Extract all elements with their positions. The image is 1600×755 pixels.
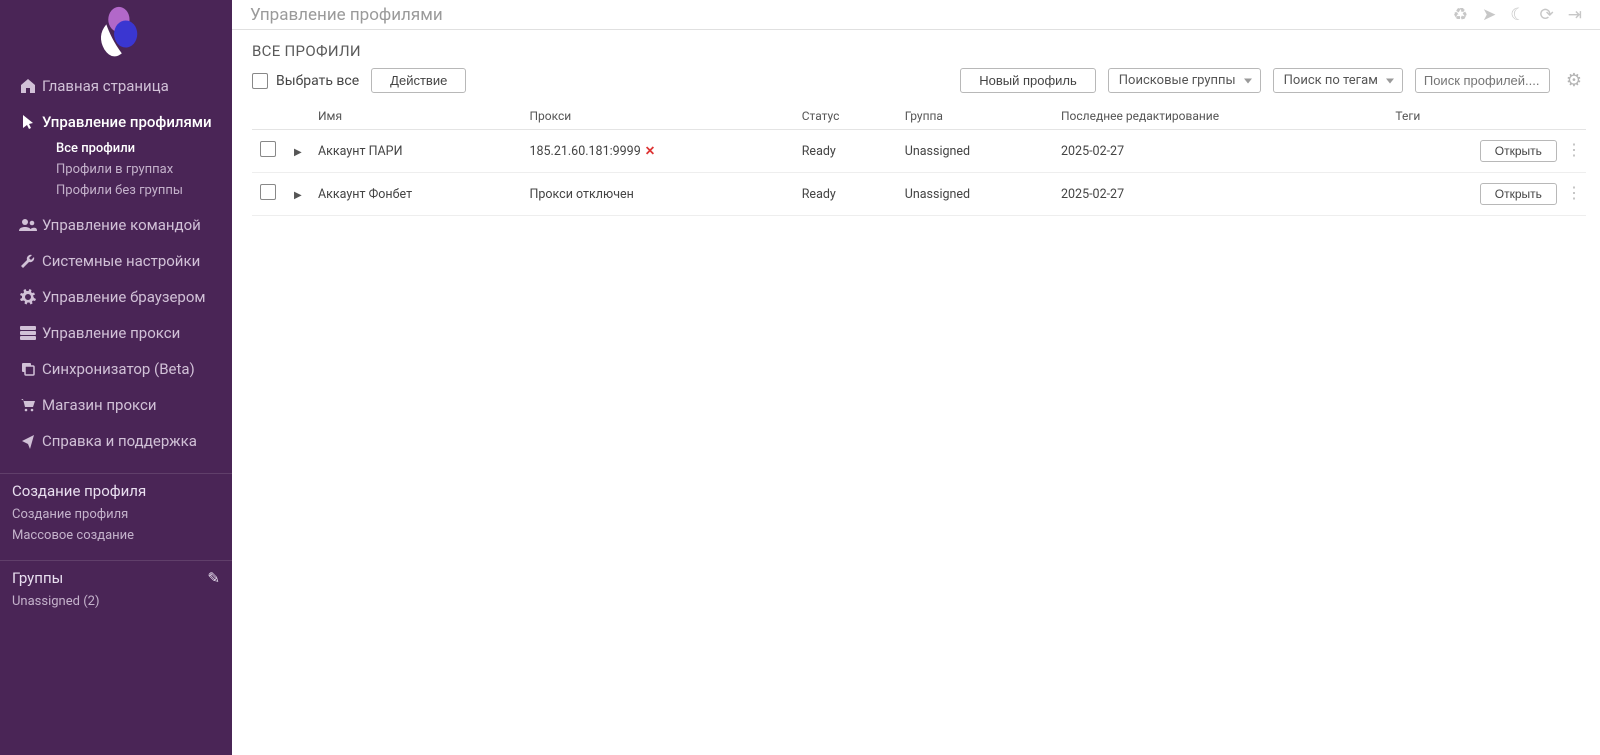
- nav-item-cursor[interactable]: Управление профилями: [0, 104, 232, 140]
- nav-label: Магазин прокси: [42, 396, 220, 414]
- page-title: Управление профилями: [250, 5, 1453, 25]
- section-title: Группы: [12, 569, 63, 587]
- wrench-icon: [14, 253, 42, 269]
- proxy-icon: [14, 326, 42, 340]
- cell-proxy: 185.21.60.181:9999✕: [521, 130, 793, 173]
- sidebar-section-link[interactable]: Создание профиля: [0, 504, 232, 525]
- cart-icon: [14, 398, 42, 412]
- refresh-icon[interactable]: ⟳: [1540, 5, 1554, 25]
- nav-subitem[interactable]: Профили без группы: [56, 180, 232, 201]
- nav-label: Управление командой: [42, 216, 220, 234]
- th-name[interactable]: Имя: [310, 103, 521, 130]
- sync-icon: [14, 361, 42, 377]
- select-all-label: Выбрать все: [276, 73, 359, 89]
- tags-dropdown[interactable]: Поиск по тегам: [1273, 68, 1403, 93]
- row-checkbox[interactable]: [260, 184, 276, 200]
- th-tags[interactable]: Теги: [1387, 103, 1466, 130]
- table-settings-icon[interactable]: ⚙: [1562, 70, 1586, 91]
- sidebar-section-header: Создание профиля: [0, 473, 232, 504]
- gear-icon: [14, 289, 42, 305]
- cell-tags: [1387, 173, 1466, 216]
- edit-icon[interactable]: ✎: [207, 569, 220, 587]
- nav-item-sync[interactable]: Синхронизатор (Beta): [0, 351, 232, 387]
- nav-label: Управление прокси: [42, 324, 220, 342]
- profiles-table: Имя Прокси Статус Группа Последнее редак…: [252, 103, 1586, 216]
- nav-subitem[interactable]: Все профили: [56, 138, 232, 159]
- row-menu-icon[interactable]: ⋮: [1560, 140, 1578, 159]
- theme-icon[interactable]: ☾: [1510, 5, 1525, 25]
- nav-label: Справка и поддержка: [42, 432, 220, 450]
- cursor-icon: [14, 114, 42, 130]
- search-input[interactable]: [1415, 68, 1550, 93]
- nav-item-gear[interactable]: Управление браузером: [0, 279, 232, 315]
- groups-dropdown[interactable]: Поисковые группы: [1108, 68, 1261, 93]
- content: ВСЕ ПРОФИЛИ Выбрать все Действие Новый п…: [232, 30, 1600, 755]
- sidebar-section-link[interactable]: Массовое создание: [0, 525, 232, 546]
- cell-status: Ready: [794, 130, 897, 173]
- table-row: ▶ Аккаунт ПАРИ185.21.60.181:9999✕ReadyUna…: [252, 130, 1586, 173]
- nav-item-cart[interactable]: Магазин прокси: [0, 387, 232, 423]
- th-last-edit[interactable]: Последнее редактирование: [1053, 103, 1387, 130]
- expand-icon[interactable]: ▶: [294, 190, 302, 201]
- toolbar: Выбрать все Действие Новый профиль Поиск…: [252, 68, 1586, 93]
- row-menu-icon[interactable]: ⋮: [1560, 183, 1578, 202]
- nav-item-wrench[interactable]: Системные настройки: [0, 243, 232, 279]
- topbar: Управление профилями ♻ ➤ ☾ ⟳ ⇥: [232, 0, 1600, 30]
- nav-label: Синхронизатор (Beta): [42, 360, 220, 378]
- open-button[interactable]: Открыть: [1480, 140, 1557, 162]
- proxy-bad-icon: ✕: [645, 144, 655, 159]
- telegram-icon[interactable]: ➤: [1482, 5, 1496, 25]
- cell-tags: [1387, 130, 1466, 173]
- sidebar: Главная страница Управление профилями Все …: [0, 0, 232, 755]
- cell-last-edit: 2025-02-27: [1053, 173, 1387, 216]
- cell-name: Аккаунт ПАРИ: [310, 130, 521, 173]
- nav-subitem[interactable]: Профили в группах: [56, 159, 232, 180]
- cell-group: Unassigned: [897, 130, 1053, 173]
- select-all-checkbox[interactable]: [252, 73, 268, 89]
- row-checkbox[interactable]: [260, 141, 276, 157]
- new-profile-button[interactable]: Новый профиль: [960, 68, 1096, 93]
- expand-icon[interactable]: ▶: [294, 147, 302, 158]
- action-button[interactable]: Действие: [371, 68, 466, 93]
- nav-item-team[interactable]: Управление командой: [0, 207, 232, 243]
- th-group[interactable]: Группа: [897, 103, 1053, 130]
- app-logo-icon: [87, 5, 145, 63]
- logout-icon[interactable]: ⇥: [1568, 5, 1582, 25]
- cell-last-edit: 2025-02-27: [1053, 130, 1387, 173]
- nav-label: Управление браузером: [42, 288, 220, 306]
- select-all[interactable]: Выбрать все: [252, 73, 359, 89]
- cell-status: Ready: [794, 173, 897, 216]
- nav-label: Системные настройки: [42, 252, 220, 270]
- nav-item-help[interactable]: Справка и поддержка: [0, 423, 232, 459]
- nav-item-home[interactable]: Главная страница: [0, 68, 232, 104]
- recycle-icon[interactable]: ♻: [1453, 5, 1468, 25]
- logo: [0, 0, 232, 68]
- home-icon: [14, 78, 42, 94]
- cell-proxy: Прокси отключен: [521, 173, 793, 216]
- main-area: Управление профилями ♻ ➤ ☾ ⟳ ⇥ ВСЕ ПРОФИ…: [232, 0, 1600, 755]
- help-icon: [14, 433, 42, 449]
- nav-item-proxy[interactable]: Управление прокси: [0, 315, 232, 351]
- open-button[interactable]: Открыть: [1480, 183, 1557, 205]
- cell-group: Unassigned: [897, 173, 1053, 216]
- sidebar-section-link[interactable]: Unassigned (2): [0, 591, 232, 612]
- cell-name: Аккаунт Фонбет: [310, 173, 521, 216]
- topbar-icons: ♻ ➤ ☾ ⟳ ⇥: [1453, 5, 1582, 25]
- th-proxy[interactable]: Прокси: [521, 103, 793, 130]
- nav-label: Управление профилями: [42, 113, 220, 131]
- section-title: Создание профиля: [12, 482, 146, 500]
- section-title: ВСЕ ПРОФИЛИ: [252, 42, 1586, 60]
- table-row: ▶ Аккаунт ФонбетПрокси отключенReadyUnass…: [252, 173, 1586, 216]
- team-icon: [14, 218, 42, 232]
- nav-label: Главная страница: [42, 77, 220, 95]
- sidebar-section-header: Группы ✎: [0, 560, 232, 591]
- th-status[interactable]: Статус: [794, 103, 897, 130]
